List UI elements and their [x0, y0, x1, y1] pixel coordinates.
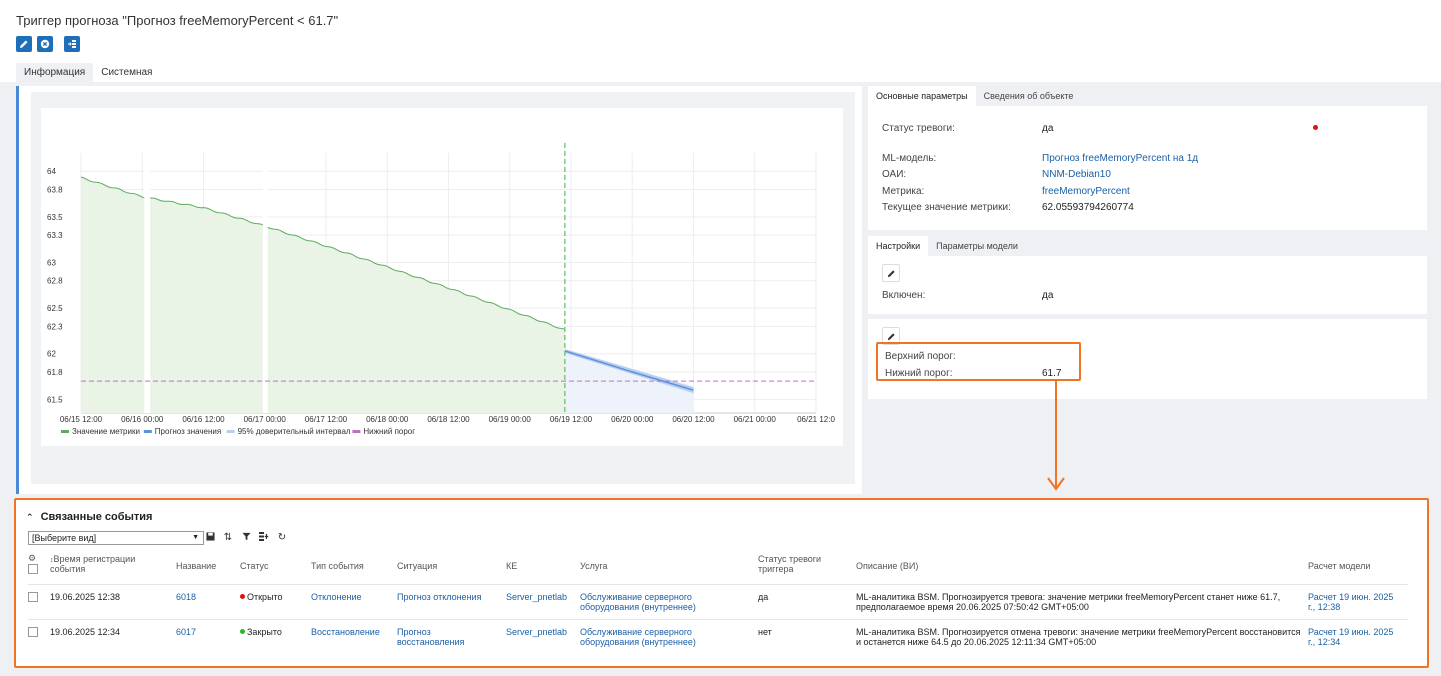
chart-container: 64 63.8 63.5 63.3 63 62.8 62.5 62.3 62 61.8 61.5 06…	[31, 92, 855, 484]
edit-enabled-button[interactable]	[882, 264, 900, 282]
main-params-card: Статус тревоги: да ML-модель: Прогноз fr…	[868, 106, 1427, 230]
y-tick-label: 63.8	[47, 185, 63, 194]
legend-swatch	[226, 430, 235, 433]
x-tick-label: 06/15 12:00	[60, 415, 103, 424]
data-gap	[144, 148, 151, 413]
legend-label: 95% доверительный интервал	[238, 427, 351, 436]
alarm-status-value: да	[1042, 123, 1054, 134]
enabled-label: Включен:	[882, 290, 926, 301]
x-tick-label: 06/21 00:00	[734, 415, 777, 424]
tab-information[interactable]: Информация	[16, 63, 94, 82]
x-tick-label: 06/21 12:0	[797, 415, 835, 424]
y-tick-label: 63	[47, 258, 56, 267]
alarm-indicator	[1313, 125, 1318, 130]
page-title: Триггер прогноза "Прогноз freeMemoryPerc…	[16, 13, 339, 28]
main-params-tabs: Основные параметры Сведения об объекте	[868, 86, 1427, 106]
oai-link[interactable]: NNM-Debian10	[1042, 169, 1111, 180]
x-tick-label: 06/17 12:00	[305, 415, 348, 424]
main-tabs: Информация Системная	[16, 63, 160, 82]
edit-button[interactable]	[16, 36, 32, 52]
pencil-icon	[887, 269, 895, 277]
tab-main-params[interactable]: Основные параметры	[868, 86, 976, 106]
legend-swatch	[352, 430, 361, 433]
list-arrow-icon	[68, 40, 76, 48]
chart-panel: 64 63.8 63.5 63.3 63 62.8 62.5 62.3 62 61.8 61.5 06…	[16, 86, 862, 494]
y-tick-label: 62.3	[47, 322, 63, 331]
delete-button[interactable]	[37, 36, 53, 52]
x-tick-label: 06/19 00:00	[489, 415, 532, 424]
legend-swatch	[61, 430, 69, 433]
forecast-chart: 64 63.8 63.5 63.3 63 62.8 62.5 62.3 62 61.8 61.5 06…	[47, 143, 835, 436]
y-tick-label: 61.8	[47, 368, 63, 377]
ml-model-link[interactable]: Прогноз freeMemoryPercent на 1д	[1042, 153, 1198, 164]
y-tick-label: 62.8	[47, 277, 63, 286]
y-tick-label: 62.5	[47, 304, 63, 313]
current-value: 62.05593794260774	[1042, 202, 1134, 213]
metric-label: Метрика:	[882, 186, 925, 197]
y-tick-label: 62	[47, 350, 56, 359]
tab-object-info[interactable]: Сведения об объекте	[976, 86, 1082, 106]
threshold-highlight	[876, 342, 1081, 381]
y-tick-label: 64	[47, 167, 56, 176]
x-tick-label: 06/18 12:00	[427, 415, 470, 424]
toolbar	[16, 36, 80, 52]
x-tick-label: 06/16 12:00	[182, 415, 225, 424]
settings-enabled-card: Включен: да	[868, 256, 1427, 314]
y-tick-label: 61.5	[47, 395, 63, 404]
x-tick-label: 06/18 00:00	[366, 415, 409, 424]
data-gap	[262, 148, 268, 413]
current-value-label: Текущее значение метрики:	[882, 202, 1011, 213]
tab-model-params[interactable]: Параметры модели	[928, 236, 1026, 256]
metric-link[interactable]: freeMemoryPercent	[1042, 186, 1130, 197]
move-button[interactable]	[64, 36, 80, 52]
x-tick-label: 06/17 00:00	[244, 415, 287, 424]
pencil-icon	[887, 332, 895, 340]
legend-label: Значение метрики	[72, 427, 140, 436]
oai-label: ОАИ:	[882, 169, 907, 180]
x-tick-label: 06/20 12:00	[672, 415, 715, 424]
pencil-icon	[20, 40, 28, 48]
tab-system[interactable]: Системная	[93, 63, 160, 82]
enabled-value: да	[1042, 290, 1054, 301]
metric-area	[81, 177, 565, 413]
chart-area: 64 63.8 63.5 63.3 63 62.8 62.5 62.3 62 61.8 61.5 06…	[41, 108, 843, 446]
settings-tabs: Настройки Параметры модели	[868, 236, 1427, 256]
legend-swatch	[143, 430, 152, 433]
y-tick-label: 63.3	[47, 231, 63, 240]
legend-label: Нижний порог	[363, 427, 415, 436]
page-header: Триггер прогноза "Прогноз freeMemoryPerc…	[0, 0, 1441, 82]
x-tick-label: 06/16 00:00	[121, 415, 164, 424]
x-tick-label: 06/20 00:00	[611, 415, 654, 424]
events-highlight	[14, 498, 1429, 668]
x-tick-label: 06/19 12:00	[550, 415, 593, 424]
highlight-arrow	[1047, 381, 1065, 491]
close-circle-icon	[40, 39, 50, 49]
alarm-status-label: Статус тревоги:	[882, 123, 955, 134]
tab-settings[interactable]: Настройки	[868, 236, 929, 256]
ml-model-label: ML-модель:	[882, 153, 937, 164]
y-tick-label: 63.5	[47, 213, 63, 222]
legend-label: Прогноз значения	[155, 427, 221, 436]
